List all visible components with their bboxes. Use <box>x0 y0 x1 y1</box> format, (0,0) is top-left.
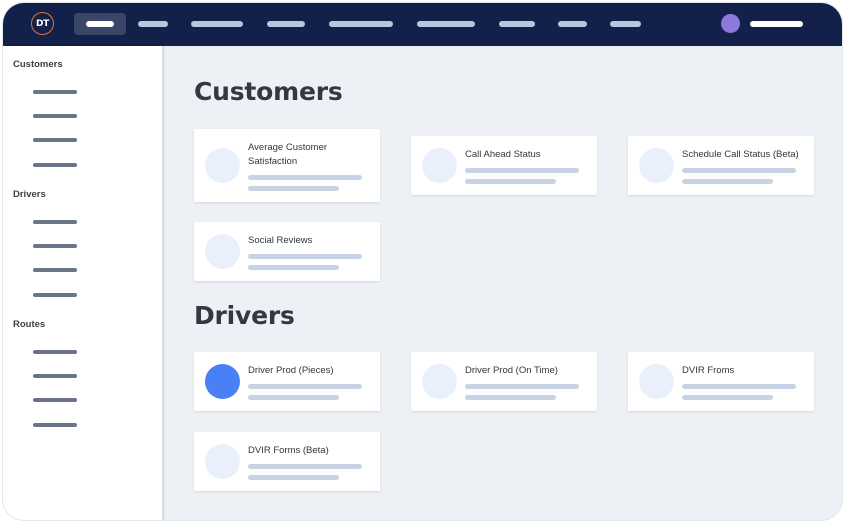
card-icon-placeholder <box>639 364 674 399</box>
sidebar-link[interactable] <box>33 90 77 94</box>
sidebar-heading-drivers: Drivers <box>13 189 46 200</box>
card-placeholder-line <box>248 475 339 480</box>
sidebar-link[interactable] <box>33 350 77 354</box>
card-icon-placeholder <box>422 364 457 399</box>
sidebar-link[interactable] <box>33 138 77 142</box>
nav-item-2[interactable] <box>136 13 170 35</box>
card-icon-placeholder <box>205 444 240 479</box>
nav-item-label-placeholder <box>191 21 243 27</box>
nav-item-label-placeholder <box>557 21 587 27</box>
nav-item-label-placeholder <box>329 21 393 27</box>
card-placeholder-line <box>248 186 339 191</box>
card-dvir-froms[interactable]: DVIR Froms <box>628 352 814 411</box>
card-placeholder-line <box>248 175 362 180</box>
sidebar-link[interactable] <box>33 423 77 427</box>
logo[interactable]: DT <box>31 12 54 35</box>
card-call-ahead-status[interactable]: Call Ahead Status <box>411 136 597 195</box>
sidebar-link[interactable] <box>33 220 77 224</box>
card-label: Driver Prod (On Time) <box>465 365 558 376</box>
nav-item-9[interactable] <box>609 13 642 35</box>
sidebar: Customers Drivers Routes <box>3 46 163 520</box>
top-navigation-bar: DT <box>3 3 842 46</box>
card-schedule-call-status-beta[interactable]: Schedule Call Status (Beta) <box>628 136 814 195</box>
card-placeholder-line <box>248 384 362 389</box>
nav-item-7[interactable] <box>498 13 536 35</box>
card-label: Driver Prod (Pieces) <box>248 365 334 376</box>
sidebar-heading-customers: Customers <box>13 59 63 70</box>
sidebar-link[interactable] <box>33 268 77 272</box>
nav-item-label-placeholder <box>499 21 535 27</box>
card-label: DVIR Froms <box>682 365 735 376</box>
nav-item-label-placeholder <box>417 21 475 27</box>
card-placeholder-line <box>682 384 796 389</box>
card-placeholder-line <box>465 179 556 184</box>
card-placeholder-line <box>248 254 362 259</box>
card-icon-placeholder <box>639 148 674 183</box>
nav-item-label-placeholder <box>86 21 114 27</box>
nav-item-label-placeholder <box>138 21 168 27</box>
nav-item-5[interactable] <box>328 13 394 35</box>
sidebar-heading-routes: Routes <box>13 319 46 330</box>
card-placeholder-line <box>248 464 362 469</box>
user-avatar[interactable] <box>721 14 740 33</box>
nav-item-label-placeholder <box>610 21 641 27</box>
sidebar-link[interactable] <box>33 163 77 167</box>
user-name-placeholder[interactable] <box>750 21 803 27</box>
sidebar-link[interactable] <box>33 244 77 248</box>
nav-item-4[interactable] <box>266 13 306 35</box>
card-label: Average Customer Satisfaction <box>248 142 328 167</box>
card-icon-placeholder <box>205 148 240 183</box>
card-driver-prod-on-time[interactable]: Driver Prod (On Time) <box>411 352 597 411</box>
nav-item-3[interactable] <box>190 13 244 35</box>
card-dvir-forms-beta[interactable]: DVIR Forms (Beta) <box>194 432 380 491</box>
card-placeholder-line <box>682 168 796 173</box>
sidebar-link[interactable] <box>33 114 77 118</box>
card-driver-prod-pieces[interactable]: Driver Prod (Pieces) <box>194 352 380 411</box>
card-label: Call Ahead Status <box>465 149 541 160</box>
sidebar-link[interactable] <box>33 398 77 402</box>
nav-item-8[interactable] <box>557 13 587 35</box>
app-window: DT Customers Drivers Routes Customers Av… <box>2 2 843 521</box>
card-placeholder-line <box>465 168 579 173</box>
card-placeholder-line <box>682 179 773 184</box>
card-placeholder-line <box>248 265 339 270</box>
card-placeholder-line <box>465 384 579 389</box>
nav-item-6[interactable] <box>416 13 476 35</box>
card-placeholder-line <box>248 395 339 400</box>
card-average-customer-satisfaction[interactable]: Average Customer Satisfaction <box>194 129 380 202</box>
card-icon-placeholder <box>205 234 240 269</box>
card-icon-placeholder <box>422 148 457 183</box>
card-icon-selected <box>205 364 240 399</box>
card-label: Schedule Call Status (Beta) <box>682 149 799 160</box>
section-title-customers: Customers <box>194 77 343 106</box>
section-title-drivers: Drivers <box>194 301 295 330</box>
sidebar-link[interactable] <box>33 293 77 297</box>
nav-item-label-placeholder <box>267 21 305 27</box>
card-label: Social Reviews <box>248 235 313 246</box>
sidebar-link[interactable] <box>33 374 77 378</box>
card-social-reviews[interactable]: Social Reviews <box>194 222 380 281</box>
nav-item-1[interactable] <box>74 13 126 35</box>
card-placeholder-line <box>682 395 773 400</box>
card-placeholder-line <box>465 395 556 400</box>
card-label: DVIR Forms (Beta) <box>248 445 329 456</box>
